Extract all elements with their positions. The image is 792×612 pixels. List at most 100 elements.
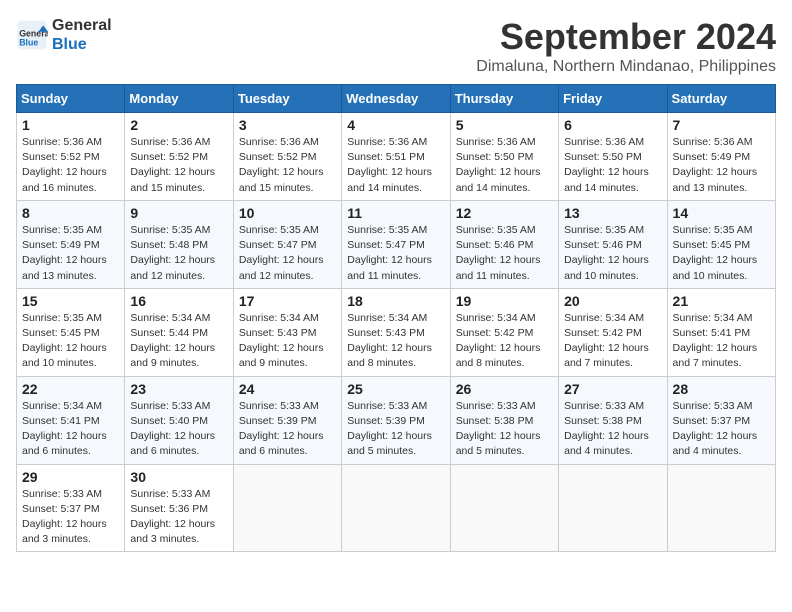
location-subtitle: Dimaluna, Northern Mindanao, Philippines (476, 58, 776, 76)
day-info: Sunrise: 5:33 AMSunset: 5:39 PMDaylight:… (239, 399, 336, 460)
day-number: 27 (564, 381, 661, 397)
calendar-cell (667, 464, 775, 552)
day-info: Sunrise: 5:34 AMSunset: 5:41 PMDaylight:… (22, 399, 119, 460)
title-section: September 2024 Dimaluna, Northern Mindan… (476, 16, 776, 76)
day-number: 7 (673, 117, 770, 133)
calendar-cell: 1 Sunrise: 5:36 AMSunset: 5:52 PMDaylight… (17, 113, 125, 201)
day-info: Sunrise: 5:36 AMSunset: 5:52 PMDaylight:… (130, 135, 227, 196)
col-friday: Friday (559, 85, 667, 113)
day-info: Sunrise: 5:33 AMSunset: 5:39 PMDaylight:… (347, 399, 444, 460)
day-number: 19 (456, 293, 553, 309)
day-info: Sunrise: 5:35 AMSunset: 5:48 PMDaylight:… (130, 223, 227, 284)
calendar-cell: 23 Sunrise: 5:33 AMSunset: 5:40 PMDayligh… (125, 376, 233, 464)
calendar-header-row: Sunday Monday Tuesday Wednesday Thursday… (17, 85, 776, 113)
calendar-cell: 21 Sunrise: 5:34 AMSunset: 5:41 PMDayligh… (667, 288, 775, 376)
day-number: 11 (347, 205, 444, 221)
day-number: 17 (239, 293, 336, 309)
calendar-cell: 28 Sunrise: 5:33 AMSunset: 5:37 PMDayligh… (667, 376, 775, 464)
calendar-cell: 18 Sunrise: 5:34 AMSunset: 5:43 PMDayligh… (342, 288, 450, 376)
day-info: Sunrise: 5:35 AMSunset: 5:46 PMDaylight:… (564, 223, 661, 284)
day-info: Sunrise: 5:33 AMSunset: 5:40 PMDaylight:… (130, 399, 227, 460)
day-number: 30 (130, 469, 227, 485)
day-number: 18 (347, 293, 444, 309)
day-info: Sunrise: 5:36 AMSunset: 5:51 PMDaylight:… (347, 135, 444, 196)
calendar-cell: 19 Sunrise: 5:34 AMSunset: 5:42 PMDayligh… (450, 288, 558, 376)
svg-text:Blue: Blue (19, 38, 38, 48)
day-info: Sunrise: 5:36 AMSunset: 5:52 PMDaylight:… (239, 135, 336, 196)
calendar-cell: 4 Sunrise: 5:36 AMSunset: 5:51 PMDaylight… (342, 113, 450, 201)
day-number: 4 (347, 117, 444, 133)
col-wednesday: Wednesday (342, 85, 450, 113)
calendar-cell: 7 Sunrise: 5:36 AMSunset: 5:49 PMDaylight… (667, 113, 775, 201)
day-info: Sunrise: 5:33 AMSunset: 5:37 PMDaylight:… (673, 399, 770, 460)
day-number: 28 (673, 381, 770, 397)
day-number: 1 (22, 117, 119, 133)
logo-text-line1: General (52, 16, 112, 35)
day-info: Sunrise: 5:36 AMSunset: 5:50 PMDaylight:… (564, 135, 661, 196)
day-number: 29 (22, 469, 119, 485)
day-number: 14 (673, 205, 770, 221)
calendar-cell: 29 Sunrise: 5:33 AMSunset: 5:37 PMDayligh… (17, 464, 125, 552)
day-info: Sunrise: 5:35 AMSunset: 5:49 PMDaylight:… (22, 223, 119, 284)
logo: General Blue General Blue (16, 16, 112, 54)
day-number: 6 (564, 117, 661, 133)
calendar-cell: 20 Sunrise: 5:34 AMSunset: 5:42 PMDayligh… (559, 288, 667, 376)
calendar-cell: 10 Sunrise: 5:35 AMSunset: 5:47 PMDayligh… (233, 200, 341, 288)
calendar-cell: 16 Sunrise: 5:34 AMSunset: 5:44 PMDayligh… (125, 288, 233, 376)
calendar-cell: 22 Sunrise: 5:34 AMSunset: 5:41 PMDayligh… (17, 376, 125, 464)
day-info: Sunrise: 5:34 AMSunset: 5:41 PMDaylight:… (673, 311, 770, 372)
day-info: Sunrise: 5:35 AMSunset: 5:46 PMDaylight:… (456, 223, 553, 284)
day-info: Sunrise: 5:34 AMSunset: 5:42 PMDaylight:… (564, 311, 661, 372)
calendar-cell: 25 Sunrise: 5:33 AMSunset: 5:39 PMDayligh… (342, 376, 450, 464)
day-number: 10 (239, 205, 336, 221)
calendar-cell: 14Sunrise: 5:35 AMSunset: 5:45 PMDayligh… (667, 200, 775, 288)
day-number: 26 (456, 381, 553, 397)
day-number: 5 (456, 117, 553, 133)
day-number: 13 (564, 205, 661, 221)
day-number: 12 (456, 205, 553, 221)
calendar-cell: 13 Sunrise: 5:35 AMSunset: 5:46 PMDayligh… (559, 200, 667, 288)
day-info: Sunrise: 5:34 AMSunset: 5:42 PMDaylight:… (456, 311, 553, 372)
calendar-table: Sunday Monday Tuesday Wednesday Thursday… (16, 84, 776, 552)
day-info: Sunrise: 5:35 AMSunset: 5:47 PMDaylight:… (239, 223, 336, 284)
calendar-cell: 30Sunrise: 5:33 AMSunset: 5:36 PMDayligh… (125, 464, 233, 552)
calendar-cell: 26Sunrise: 5:33 AMSunset: 5:38 PMDayligh… (450, 376, 558, 464)
day-number: 23 (130, 381, 227, 397)
day-info: Sunrise: 5:33 AMSunset: 5:37 PMDaylight:… (22, 487, 119, 548)
calendar-cell: 3 Sunrise: 5:36 AMSunset: 5:52 PMDaylight… (233, 113, 341, 201)
calendar-cell (233, 464, 341, 552)
day-number: 21 (673, 293, 770, 309)
day-number: 20 (564, 293, 661, 309)
day-number: 25 (347, 381, 444, 397)
day-number: 3 (239, 117, 336, 133)
col-thursday: Thursday (450, 85, 558, 113)
calendar-cell: 12 Sunrise: 5:35 AMSunset: 5:46 PMDayligh… (450, 200, 558, 288)
calendar-cell: 2 Sunrise: 5:36 AMSunset: 5:52 PMDaylight… (125, 113, 233, 201)
day-info: Sunrise: 5:34 AMSunset: 5:44 PMDaylight:… (130, 311, 227, 372)
col-monday: Monday (125, 85, 233, 113)
calendar-row-2: 8 Sunrise: 5:35 AMSunset: 5:49 PMDaylight… (17, 200, 776, 288)
day-info: Sunrise: 5:35 AMSunset: 5:45 PMDaylight:… (22, 311, 119, 372)
calendar-cell (559, 464, 667, 552)
logo-text-line2: Blue (52, 35, 112, 54)
col-sunday: Sunday (17, 85, 125, 113)
col-saturday: Saturday (667, 85, 775, 113)
col-tuesday: Tuesday (233, 85, 341, 113)
day-number: 2 (130, 117, 227, 133)
day-info: Sunrise: 5:34 AMSunset: 5:43 PMDaylight:… (347, 311, 444, 372)
day-info: Sunrise: 5:34 AMSunset: 5:43 PMDaylight:… (239, 311, 336, 372)
day-info: Sunrise: 5:36 AMSunset: 5:52 PMDaylight:… (22, 135, 119, 196)
month-title: September 2024 (476, 16, 776, 58)
calendar-cell: 15Sunrise: 5:35 AMSunset: 5:45 PMDayligh… (17, 288, 125, 376)
calendar-cell: 27Sunrise: 5:33 AMSunset: 5:38 PMDayligh… (559, 376, 667, 464)
day-info: Sunrise: 5:36 AMSunset: 5:49 PMDaylight:… (673, 135, 770, 196)
calendar-row-4: 22 Sunrise: 5:34 AMSunset: 5:41 PMDayligh… (17, 376, 776, 464)
calendar-cell (450, 464, 558, 552)
day-number: 22 (22, 381, 119, 397)
day-number: 8 (22, 205, 119, 221)
day-number: 16 (130, 293, 227, 309)
logo-icon: General Blue (16, 19, 48, 51)
page-header: General Blue General Blue September 2024… (16, 16, 776, 76)
calendar-cell: 17 Sunrise: 5:34 AMSunset: 5:43 PMDayligh… (233, 288, 341, 376)
calendar-row-3: 15Sunrise: 5:35 AMSunset: 5:45 PMDayligh… (17, 288, 776, 376)
